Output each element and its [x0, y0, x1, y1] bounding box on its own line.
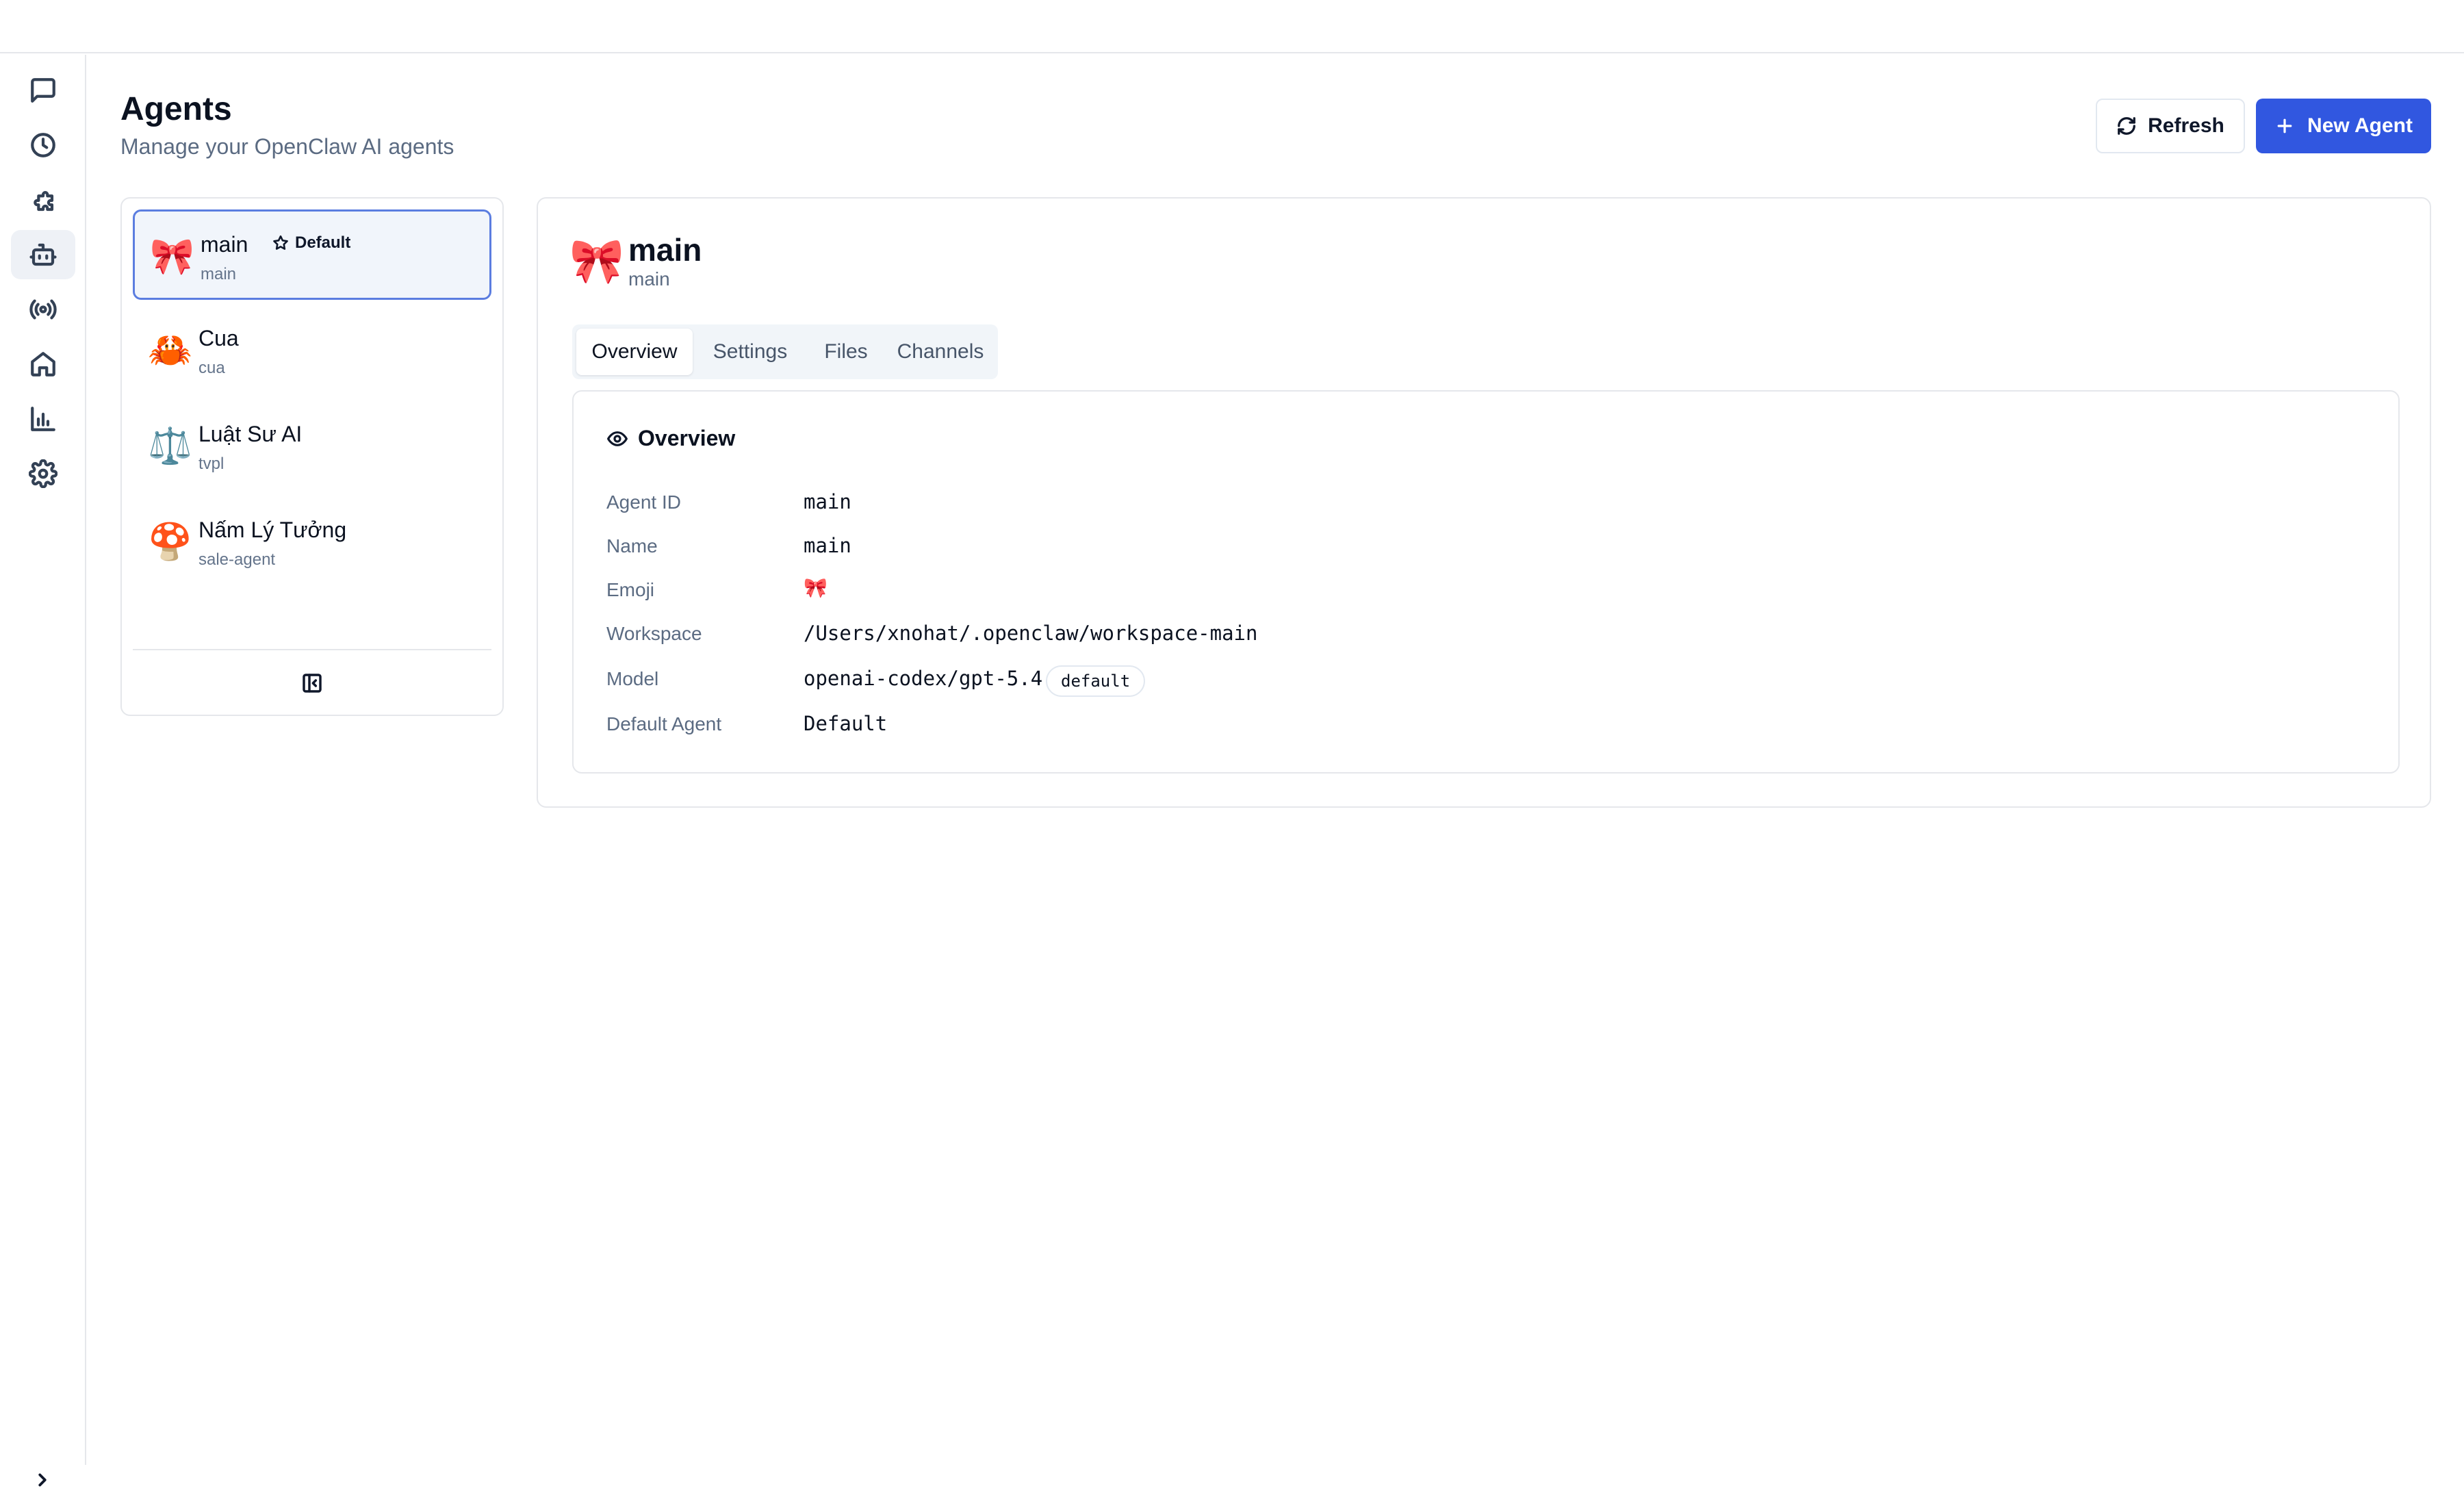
agent-item-tvpl[interactable]: ⚖️ Luật Sư AI tvpl: [133, 401, 491, 491]
detail-tabs: Overview Settings Files Channels: [572, 324, 998, 379]
page-title: Agents: [120, 91, 232, 127]
new-agent-button[interactable]: New Agent: [2256, 99, 2431, 153]
agent-name: Cua: [198, 326, 239, 350]
nav-channels[interactable]: [11, 285, 75, 334]
agent-name: Luật Sư AI: [198, 422, 303, 446]
field-value-name: main: [804, 534, 851, 557]
eye-icon: [607, 431, 628, 446]
refresh-label: Refresh: [2148, 114, 2224, 137]
bar-chart-icon: [31, 407, 55, 431]
tab-overview[interactable]: Overview: [576, 329, 693, 375]
nav-home[interactable]: [11, 340, 75, 389]
field-label: Emoji: [606, 579, 655, 600]
detail-agent-id: main: [628, 268, 670, 290]
refresh-button[interactable]: Refresh: [2096, 99, 2245, 153]
agent-emoji: 🎀: [150, 236, 194, 277]
field-label: Default Agent: [606, 713, 722, 734]
field-label: Name: [606, 535, 658, 557]
tab-files[interactable]: Files: [808, 329, 884, 375]
nav-agents[interactable]: [11, 230, 75, 279]
expand-sidebar-button[interactable]: [27, 1465, 57, 1495]
top-bar: [0, 0, 2464, 53]
settings-icon: [29, 459, 57, 488]
nav-settings[interactable]: [11, 449, 75, 498]
agent-id: sale-agent: [198, 550, 276, 569]
default-badge-label: Default: [295, 233, 351, 252]
plus-icon: [2277, 118, 2292, 133]
list-divider: [133, 649, 491, 650]
star-icon: [273, 235, 288, 250]
overview-heading: Overview: [606, 426, 735, 451]
tab-settings[interactable]: Settings: [697, 329, 804, 375]
agent-emoji: 🦀: [148, 330, 192, 371]
agent-id: tvpl: [198, 455, 224, 473]
bot-icon: [29, 243, 57, 266]
agent-id: main: [201, 265, 237, 283]
nav-usage[interactable]: [11, 394, 75, 444]
field-value-workspace: /Users/xnohat/.openclaw/workspace-main: [804, 622, 1258, 645]
agent-detail-panel: 🎀 main main Overview Settings Files Chan…: [537, 197, 2431, 808]
field-label: Agent ID: [606, 491, 681, 513]
agent-item-sale-agent[interactable]: 🍄 Nấm Lý Tưởng sale-agent: [133, 497, 491, 587]
nav-plugins[interactable]: [11, 175, 75, 225]
main-content: Agents Manage your OpenClaw AI agents Re…: [88, 55, 2464, 1465]
page-subtitle: Manage your OpenClaw AI agents: [120, 134, 454, 159]
collapse-panel-button[interactable]: [293, 664, 331, 702]
agent-name: main: [201, 232, 248, 257]
default-badge: Default: [272, 233, 350, 253]
panel-left-close-icon: [303, 674, 322, 693]
field-label: Model: [606, 668, 659, 689]
nav-history[interactable]: [11, 120, 75, 170]
refresh-icon: [2118, 117, 2136, 135]
agent-emoji: ⚖️: [148, 426, 192, 467]
clock-icon: [31, 133, 55, 157]
chat-icon: [31, 78, 55, 103]
overview-section: Overview Agent ID main Name main Emoji 🎀…: [572, 390, 2400, 774]
detail-emoji: 🎀: [569, 236, 624, 287]
new-agent-label: New Agent: [2307, 114, 2413, 137]
nav-chat[interactable]: [11, 66, 75, 115]
radio-icon: [29, 299, 57, 320]
field-value-model: openai-codex/gpt-5.4: [804, 667, 1043, 690]
agent-list: 🎀 main Default main 🦀 Cua cua ⚖️ Luật Sư…: [120, 197, 504, 716]
field-value-emoji: 🎀: [804, 576, 827, 599]
agent-id: cua: [198, 359, 225, 377]
field-label: Workspace: [606, 623, 702, 644]
field-value-agent-id: main: [804, 490, 851, 513]
nav-rail: [0, 55, 86, 1487]
agent-name: Nấm Lý Tưởng: [198, 518, 347, 542]
agent-item-main[interactable]: 🎀 main Default main: [133, 209, 491, 300]
agent-emoji: 🍄: [148, 522, 192, 563]
chevron-right-icon: [38, 1473, 47, 1487]
detail-agent-name: main: [628, 232, 702, 268]
tab-channels[interactable]: Channels: [887, 329, 994, 375]
model-default-badge: default: [1046, 665, 1146, 697]
overview-title: Overview: [638, 426, 736, 450]
puzzle-icon: [34, 191, 54, 212]
home-icon: [31, 352, 55, 376]
agent-item-cua[interactable]: 🦀 Cua cua: [133, 305, 491, 396]
field-value-default-agent: Default: [804, 712, 888, 735]
